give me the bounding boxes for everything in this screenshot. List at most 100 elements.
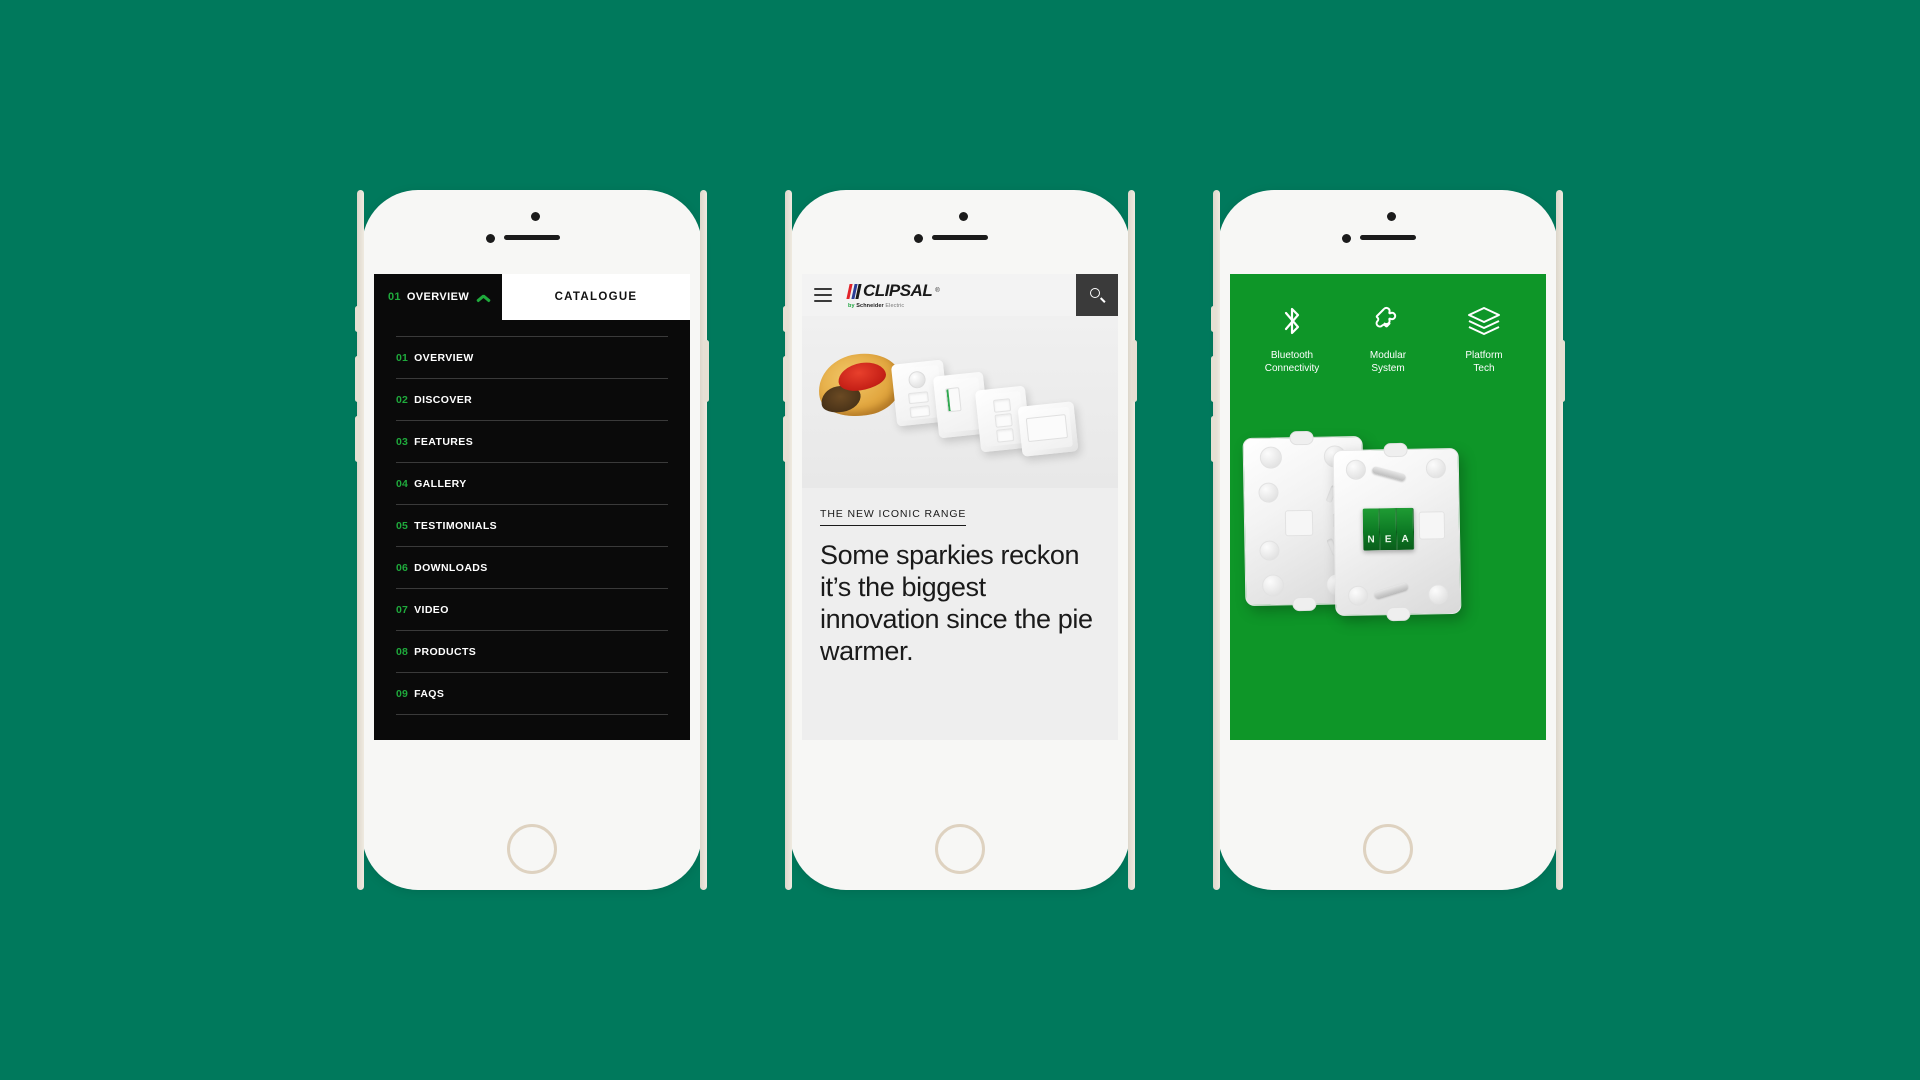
- proximity-sensor: [914, 234, 923, 243]
- hero-product-image: [802, 316, 1118, 488]
- socket-mechanism-right: N E A: [1332, 442, 1462, 622]
- nav-item-number: 04: [396, 477, 409, 490]
- nav-item-features[interactable]: 03 FEATURES: [396, 420, 668, 462]
- proximity-sensor: [486, 234, 495, 243]
- phone-showcase-stage: 01 OVERVIEW CATALOGUE 01 OVERVIEW 02 DIS…: [0, 0, 1920, 1080]
- front-camera: [531, 212, 540, 221]
- feature-platform[interactable]: Platform Tech: [1445, 302, 1523, 375]
- logo-tagline-brand: Schneider: [856, 303, 884, 309]
- earpiece-speaker: [504, 235, 560, 240]
- screen-navigation: 01 OVERVIEW CATALOGUE 01 OVERVIEW 02 DIS…: [374, 274, 690, 740]
- nav-item-label: DOWNLOADS: [414, 561, 488, 574]
- wall-switch-wide: [1017, 401, 1079, 457]
- nav-item-discover[interactable]: 02 DISCOVER: [396, 378, 668, 420]
- phone-edge-left: [1213, 190, 1220, 890]
- nav-item-faqs[interactable]: 09 FAQS: [396, 672, 668, 715]
- feature-caption: Platform Tech: [1465, 350, 1502, 375]
- logo-tagline: by Schneider Electric: [848, 303, 940, 309]
- nav-current-label: OVERVIEW: [406, 291, 470, 303]
- feature-modular[interactable]: Modular System: [1349, 302, 1427, 375]
- clipsal-logo[interactable]: CLIPSAL ® by Schneider Electric: [846, 281, 940, 309]
- logo-tagline-rest: Electric: [885, 303, 905, 309]
- hamburger-menu-icon[interactable]: [814, 288, 832, 302]
- nav-item-label: FEATURES: [414, 435, 474, 448]
- nav-current-section[interactable]: 01 OVERVIEW: [374, 274, 502, 320]
- phone-edge-left: [357, 190, 364, 890]
- chevron-up-icon[interactable]: [477, 293, 490, 302]
- mute-switch[interactable]: [783, 306, 788, 332]
- feature-line1: Bluetooth: [1270, 350, 1314, 361]
- home-button[interactable]: [507, 824, 557, 874]
- layers-stack-icon: [1465, 302, 1503, 340]
- nav-current-number: 01: [388, 291, 401, 303]
- volume-up-button[interactable]: [783, 356, 788, 402]
- power-button[interactable]: [704, 340, 709, 402]
- nav-item-downloads[interactable]: 06 DOWNLOADS: [396, 546, 668, 588]
- nav-item-video[interactable]: 07 VIDEO: [396, 588, 668, 630]
- feature-bluetooth[interactable]: Bluetooth Connectivity: [1253, 302, 1331, 375]
- nav-topbar: 01 OVERVIEW CATALOGUE: [374, 274, 690, 320]
- nav-item-number: 09: [396, 687, 409, 700]
- front-camera: [959, 212, 968, 221]
- nav-item-number: 03: [396, 435, 409, 448]
- hero-text-block: THE NEW ICONIC RANGE Some sparkies recko…: [802, 488, 1118, 740]
- mute-switch[interactable]: [355, 306, 360, 332]
- phone-edge-right: [700, 190, 707, 890]
- phone-edge-right: [1128, 190, 1135, 890]
- feature-line1: Modular: [1369, 350, 1407, 361]
- catalogue-tab-label: CATALOGUE: [554, 291, 638, 303]
- phone-device-feature: Bluetooth Connectivity Modular System Pl…: [1211, 190, 1565, 890]
- bluetooth-icon: [1279, 302, 1305, 340]
- power-button[interactable]: [1560, 340, 1565, 402]
- volume-down-button[interactable]: [783, 416, 788, 462]
- phone-device-nav: 01 OVERVIEW CATALOGUE 01 OVERVIEW 02 DIS…: [355, 190, 709, 890]
- logo-bars-icon: [846, 283, 862, 299]
- earpiece-speaker: [932, 235, 988, 240]
- site-header: CLIPSAL ® by Schneider Electric: [802, 274, 1118, 316]
- phone-edge-left: [785, 190, 792, 890]
- nav-item-number: 01: [396, 351, 409, 364]
- feature-line2: Tech: [1473, 362, 1495, 374]
- puzzle-piece-icon: [1371, 302, 1405, 340]
- volume-down-button[interactable]: [355, 416, 360, 462]
- nav-item-gallery[interactable]: 04 GALLERY: [396, 462, 668, 504]
- nav-item-label: GALLERY: [414, 477, 467, 490]
- nav-item-label: PRODUCTS: [414, 645, 477, 658]
- logo-wordmark: CLIPSAL: [863, 281, 933, 300]
- home-button[interactable]: [935, 824, 985, 874]
- logo-tagline-by: by: [848, 303, 855, 309]
- terminal-e: E: [1379, 508, 1398, 551]
- meat-pie-image: [812, 345, 908, 425]
- logo-trademark: ®: [935, 288, 940, 294]
- hero-eyebrow: THE NEW ICONIC RANGE: [820, 508, 967, 526]
- screen-feature: Bluetooth Connectivity Modular System Pl…: [1230, 274, 1546, 740]
- product-mechanism-image: N E A: [1230, 375, 1546, 740]
- feature-line1: Platform: [1465, 350, 1503, 361]
- nav-item-overview[interactable]: 01 OVERVIEW: [396, 336, 668, 378]
- volume-down-button[interactable]: [1211, 416, 1216, 462]
- nav-item-label: DISCOVER: [414, 393, 473, 406]
- catalogue-tab[interactable]: CATALOGUE: [502, 274, 690, 320]
- nav-item-label: OVERVIEW: [414, 351, 474, 364]
- feature-row: Bluetooth Connectivity Modular System Pl…: [1230, 274, 1546, 375]
- volume-up-button[interactable]: [355, 356, 360, 402]
- phone-device-content: CLIPSAL ® by Schneider Electric THE NEW …: [783, 190, 1137, 890]
- nav-item-testimonials[interactable]: 05 TESTIMONIALS: [396, 504, 668, 546]
- volume-up-button[interactable]: [1211, 356, 1216, 402]
- search-button[interactable]: [1076, 274, 1118, 316]
- nav-item-products[interactable]: 08 PRODUCTS: [396, 630, 668, 672]
- screen-content: CLIPSAL ® by Schneider Electric THE NEW …: [802, 274, 1118, 740]
- search-icon: [1089, 287, 1105, 303]
- terminal-n: N: [1362, 508, 1381, 551]
- proximity-sensor: [1342, 234, 1351, 243]
- home-button[interactable]: [1363, 824, 1413, 874]
- feature-caption: Modular System: [1370, 350, 1406, 375]
- feature-caption: Bluetooth Connectivity: [1265, 350, 1319, 375]
- power-button[interactable]: [1132, 340, 1137, 402]
- mute-switch[interactable]: [1211, 306, 1216, 332]
- nav-item-number: 08: [396, 645, 409, 658]
- earpiece-speaker: [1360, 235, 1416, 240]
- nav-item-number: 02: [396, 393, 409, 406]
- nav-list: 01 OVERVIEW 02 DISCOVER 03 FEATURES 04 G…: [374, 320, 690, 740]
- nav-item-label: VIDEO: [414, 603, 449, 616]
